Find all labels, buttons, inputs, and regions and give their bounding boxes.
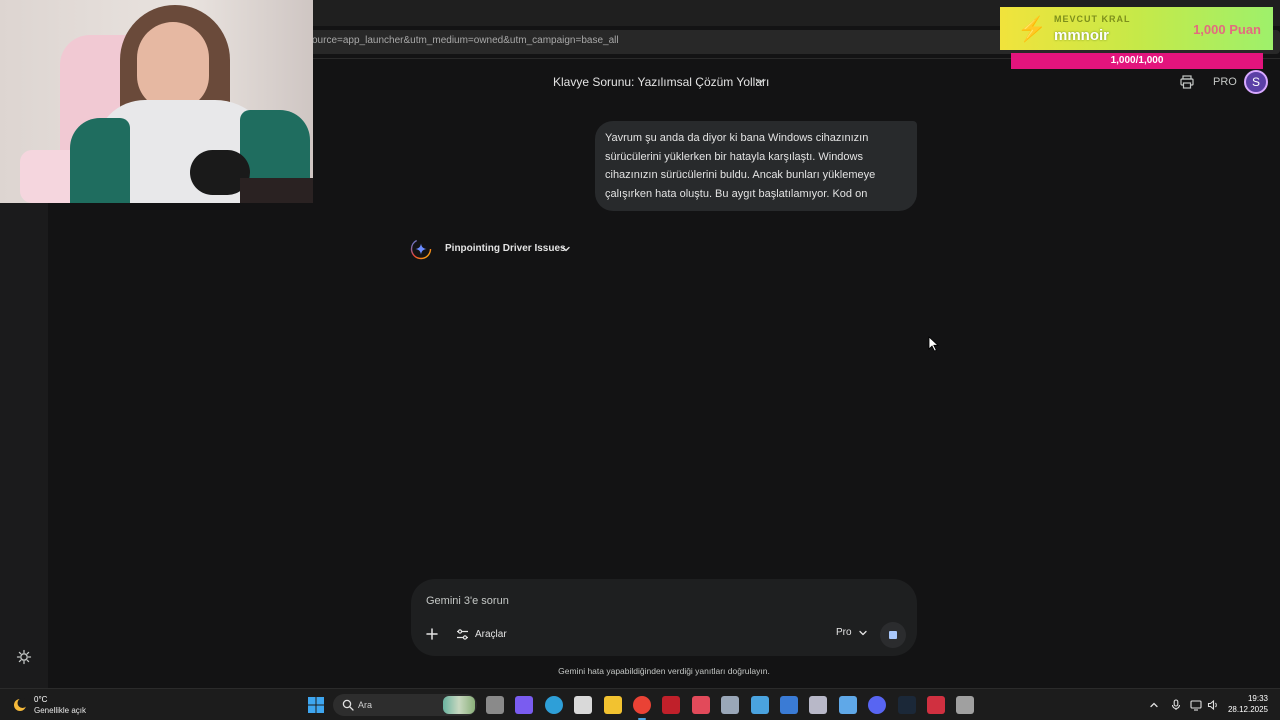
model-label: Pro — [836, 627, 852, 638]
overlay-username: mmnoir — [1054, 27, 1110, 44]
steam-icon[interactable] — [897, 696, 916, 714]
search-highlight-image — [443, 696, 475, 714]
lightning-icon: ⚡ — [1017, 16, 1047, 43]
prompt-input[interactable] — [426, 592, 826, 610]
app-window-icon[interactable] — [750, 696, 769, 714]
mouse-cursor-icon — [928, 336, 940, 352]
weather-moon-icon[interactable] — [12, 697, 28, 713]
search-label: Ara — [358, 700, 373, 710]
stop-icon — [889, 631, 897, 639]
add-attachment-icon[interactable] — [425, 627, 439, 641]
weather-description: Genellikle açık — [34, 706, 87, 715]
app-red-icon[interactable] — [662, 696, 681, 714]
gemini-spark-icon — [410, 238, 432, 260]
search-icon — [342, 699, 354, 711]
thinking-label[interactable]: Pinpointing Driver Issues — [445, 243, 566, 254]
chrome-icon[interactable] — [633, 696, 651, 720]
notepad-icon[interactable] — [838, 696, 857, 714]
overlay-progress-text: 1,000/1,000 — [1110, 55, 1164, 66]
chevron-down-icon[interactable] — [753, 74, 767, 88]
overlay-label: MEVCUT KRAL — [1054, 14, 1131, 24]
chevron-down-icon[interactable] — [560, 243, 572, 255]
file-explorer-icon[interactable] — [603, 696, 622, 714]
print-icon[interactable] — [1179, 74, 1195, 90]
microphone-icon[interactable] — [1170, 699, 1182, 711]
edge-icon[interactable] — [544, 696, 563, 714]
stream-king-overlay: ⚡ MEVCUT KRAL mmnoir 1,000 Puan — [1000, 7, 1273, 50]
tools-label: Araçlar — [475, 628, 507, 640]
sidebar — [0, 203, 48, 688]
app-game-icon[interactable] — [691, 696, 710, 714]
app-gray-icon[interactable] — [956, 696, 975, 714]
taskbar-search[interactable]: Ara — [333, 694, 477, 716]
settings-gear-icon[interactable] — [16, 649, 32, 665]
store-icon[interactable] — [574, 696, 593, 714]
user-message-text: Yavrum şu anda da diyor ki bana Windows … — [605, 132, 876, 200]
prompt-composer: Araçlar Pro — [411, 579, 917, 656]
weather-temperature: 0°C — [34, 695, 48, 704]
screen: ource=app_launcher&utm_medium=owned&utm_… — [0, 0, 1280, 720]
conversation-title[interactable]: Klavye Sorunu: Yazılımsal Çözüm Yolları — [553, 75, 769, 89]
account-avatar[interactable]: S — [1244, 70, 1268, 94]
steam-app-icon[interactable] — [780, 696, 798, 714]
tools-sliders-icon — [457, 628, 468, 640]
overlay-progress-bar: 1,000/1,000 — [1011, 53, 1263, 69]
windows-start-icon[interactable] — [307, 696, 325, 714]
chevron-up-icon[interactable] — [1148, 699, 1160, 711]
app-doc-icon[interactable] — [927, 696, 945, 714]
stop-generation-button[interactable] — [880, 622, 906, 648]
app-shield-icon[interactable] — [809, 696, 828, 714]
settings-icon[interactable] — [721, 696, 740, 714]
disclaimer-text: Gemini hata yapabildiğinden verdiği yanı… — [558, 666, 770, 676]
clock-date[interactable]: 28.12.2025 — [1226, 705, 1268, 714]
discord-icon[interactable] — [868, 696, 887, 714]
windows-taskbar: 0°C Genellikle açık Ara 19:33 28.12.2025 — [0, 688, 1280, 720]
clock-time[interactable]: 19:33 — [1246, 694, 1268, 703]
address-bar-url: ource=app_launcher&utm_medium=owned&utm_… — [312, 35, 619, 46]
overlay-points: 1,000 Puan — [1193, 22, 1261, 37]
chevron-down-icon — [858, 630, 867, 635]
pro-badge: PRO — [1213, 76, 1237, 88]
copilot-icon[interactable] — [515, 696, 534, 714]
user-message-bubble: Yavrum şu anda da diyor ki bana Windows … — [595, 121, 917, 211]
task-view-icon[interactable] — [486, 696, 504, 714]
model-selector[interactable]: Pro — [836, 627, 868, 638]
tools-button[interactable]: Araçlar — [456, 626, 507, 642]
webcam-feed — [0, 0, 313, 203]
network-icon[interactable] — [1190, 699, 1202, 711]
volume-icon[interactable] — [1207, 699, 1219, 711]
